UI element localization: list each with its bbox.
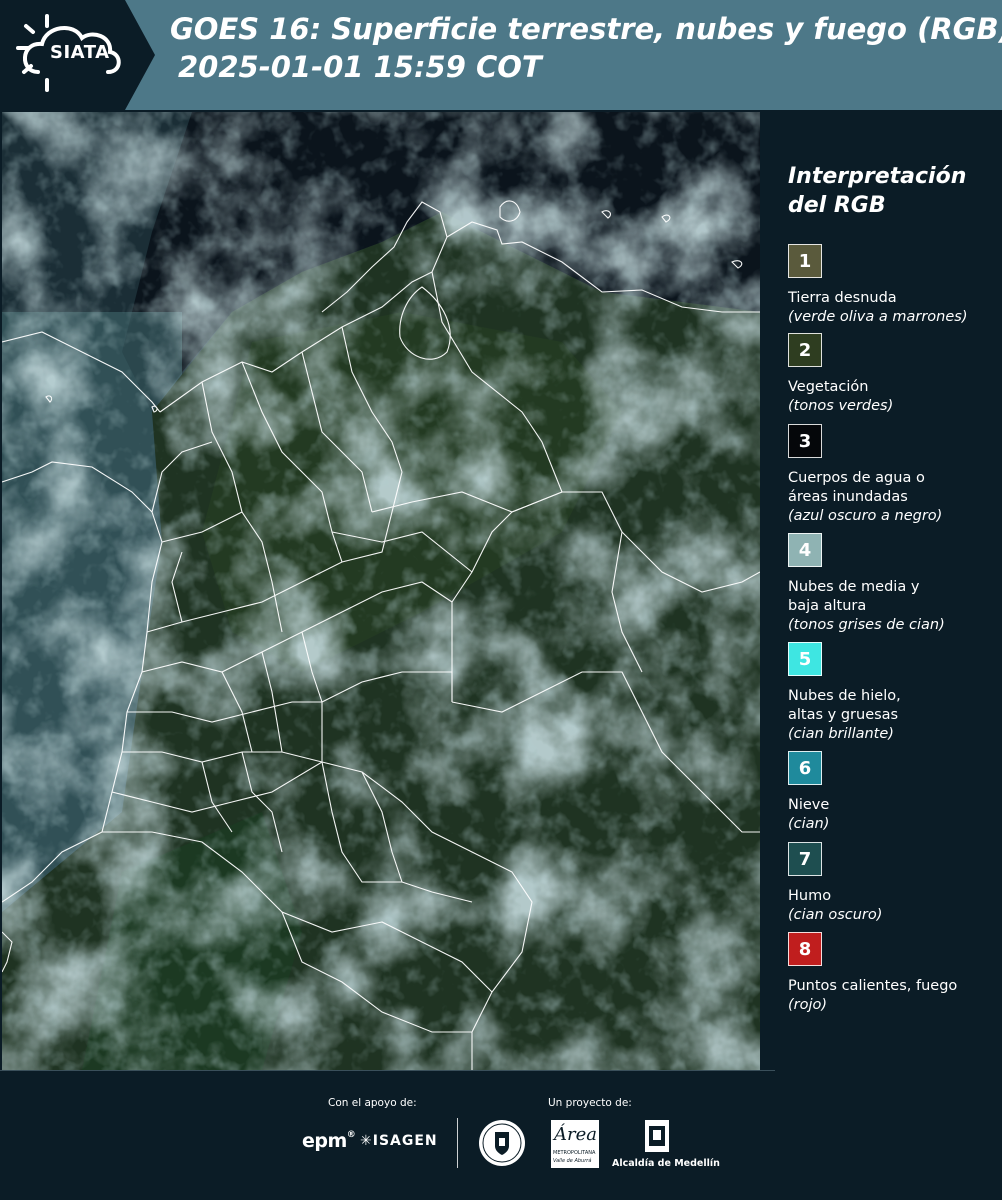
area-metro-line2: Valle de Aburrá — [553, 1158, 592, 1164]
area-metropolitana-logo: Área METROPOLITANA Valle de Aburrá — [551, 1120, 599, 1168]
title-line-1: GOES 16: Superficie terrestre, nubes y f… — [170, 12, 1002, 46]
legend-item-8: 8 Puntos calientes, fuego (rojo) — [788, 932, 998, 1015]
footer: Con el apoyo de: Un proyecto de: epm® ✳I… — [0, 1070, 1002, 1200]
isagen-logo-text: ISAGEN — [372, 1133, 438, 1149]
footer-separator — [457, 1118, 458, 1168]
epm-logo: epm® — [302, 1130, 356, 1152]
legend-item-4: 4 Nubes de media y baja altura (tonos gr… — [788, 533, 998, 635]
legend-label-3: Cuerpos de agua o áreas inundadas — [788, 470, 925, 505]
header-bar: SIATA GOES 16: Superficie terrestre, nub… — [0, 0, 1002, 110]
legend-label-5: Nubes de hielo, altas y gruesas — [788, 688, 901, 723]
legend-desc-2: (tonos verdes) — [788, 398, 894, 414]
footer-divider — [0, 1070, 775, 1071]
legend-label-6: Nieve — [788, 797, 830, 813]
legend-desc-3: (azul oscuro a negro) — [788, 508, 943, 524]
legend-item-1: 1 Tierra desnuda (verde oliva a marrones… — [788, 244, 998, 327]
legend-swatch-8: 8 — [788, 932, 822, 966]
medellin-coat-of-arms-icon — [645, 1120, 669, 1152]
legend-swatch-5: 5 — [788, 642, 822, 676]
legend-swatch-7: 7 — [788, 842, 822, 876]
siata-logo-text: SIATA — [50, 42, 110, 63]
legend-desc-6: (cian) — [788, 816, 830, 832]
legend-desc-7: (cian oscuro) — [788, 907, 883, 923]
legend-desc-1: (verde oliva a marrones) — [788, 309, 968, 325]
area-script-icon: Área — [554, 1124, 597, 1145]
legend-item-5: 5 Nubes de hielo, altas y gruesas (cian … — [788, 642, 998, 744]
project-label: Un proyecto de: — [548, 1097, 632, 1109]
isagen-icon: ✳ — [360, 1133, 373, 1149]
legend-swatch-3: 3 — [788, 424, 822, 458]
legend-item-2: 2 Vegetación (tonos verdes) — [788, 333, 998, 416]
legend-swatch-2: 2 — [788, 333, 822, 367]
legend-label-8: Puntos calientes, fuego — [788, 978, 958, 994]
legend-item-7: 7 Humo (cian oscuro) — [788, 842, 998, 925]
epm-registered-mark: ® — [346, 1130, 356, 1140]
legend-item-3: 3 Cuerpos de agua o áreas inundadas (azu… — [788, 424, 998, 526]
legend-label-4: Nubes de media y baja altura — [788, 579, 920, 614]
epm-logo-text: epm — [302, 1130, 347, 1152]
legend-desc-5: (cian brillante) — [788, 726, 894, 742]
legend-label-2: Vegetación — [788, 379, 869, 395]
legend-swatch-1: 1 — [788, 244, 822, 278]
legend-title: Interpretación del RGB — [788, 164, 967, 218]
satellite-map — [2, 112, 760, 1070]
isagen-logo: ✳ISAGEN — [360, 1133, 438, 1149]
legend-swatch-4: 4 — [788, 533, 822, 567]
legend-label-7: Humo — [788, 888, 832, 904]
legend-desc-4: (tonos grises de cian) — [788, 617, 945, 633]
siata-logo: SIATA — [0, 0, 155, 110]
legend-swatch-6: 6 — [788, 751, 822, 785]
rgb-legend: Interpretación del RGB 1 Tierra desnuda … — [760, 112, 1002, 1070]
page-title: GOES 16: Superficie terrestre, nubes y f… — [170, 10, 1002, 86]
alcaldia-label: Alcaldía de Medellín — [612, 1158, 720, 1169]
area-metro-line1: METROPOLITANA — [553, 1150, 596, 1156]
legend-desc-8: (rojo) — [788, 997, 828, 1013]
legend-label-1: Tierra desnuda — [788, 290, 897, 306]
title-line-2: 2025-01-01 15:59 COT — [178, 50, 542, 84]
university-seal-icon — [479, 1120, 525, 1166]
support-label: Con el apoyo de: — [328, 1097, 417, 1109]
legend-item-6: 6 Nieve (cian) — [788, 751, 998, 834]
